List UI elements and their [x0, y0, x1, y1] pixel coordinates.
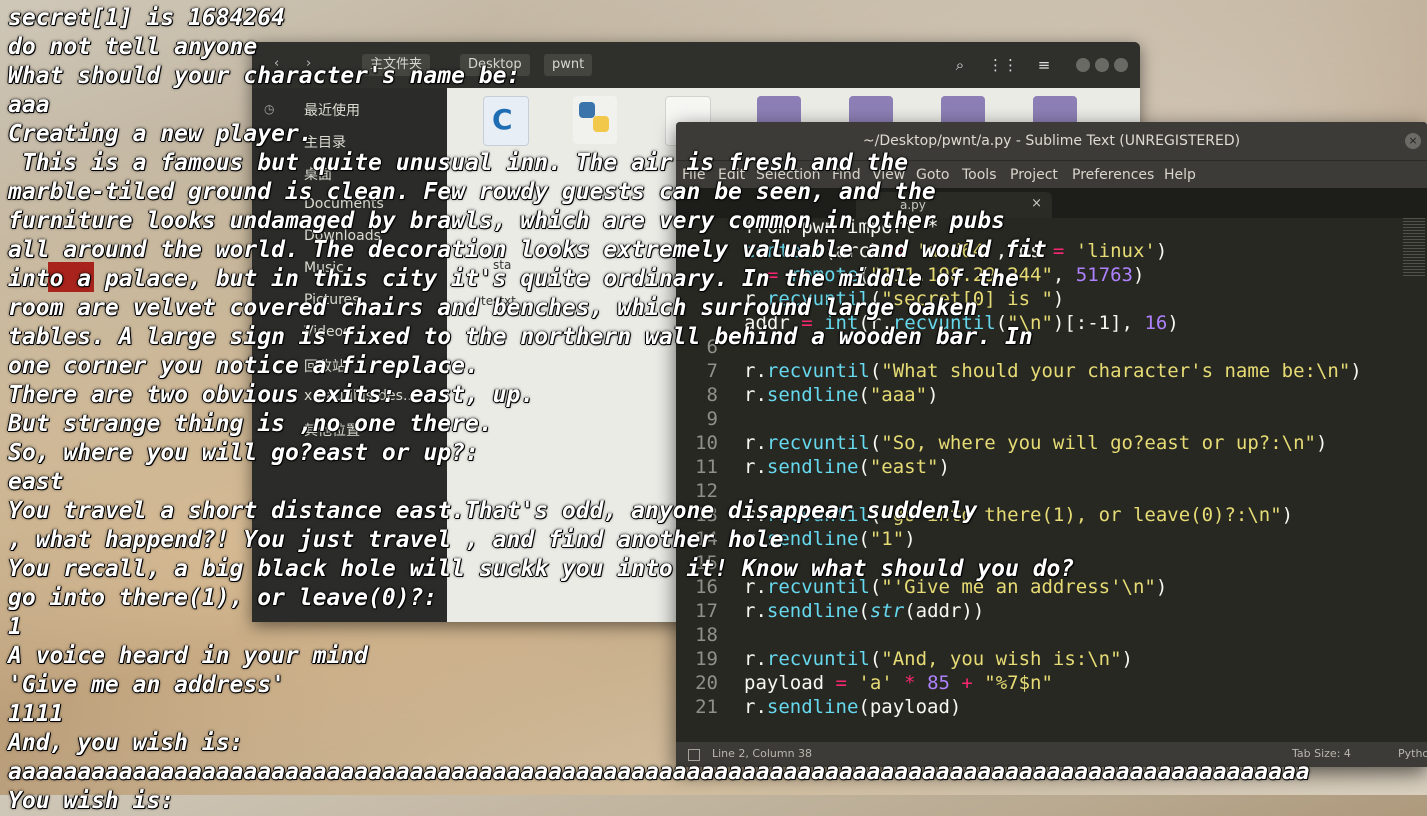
terminal-line: one corner you notice a fireplace.	[8, 353, 479, 379]
terminal-line: And, you wish is:	[8, 730, 244, 756]
terminal-line: A voice heard in your mind	[8, 643, 369, 669]
terminal-line: east	[8, 469, 64, 495]
terminal-line: into a palace, but in this city it's qui…	[8, 266, 1019, 292]
terminal-line: You wish is:	[8, 788, 175, 814]
terminal-line: aaa	[8, 92, 50, 118]
terminal-line: 1	[8, 614, 22, 640]
terminal-output[interactable]: secret[1] is 1684264 do not tell anyone Wh…	[8, 4, 1427, 816]
terminal-line: secret[1] is 1684264	[8, 5, 285, 31]
terminal-line: furniture looks undamaged by brawls, whi…	[8, 208, 1005, 234]
terminal-line: What should your character's name be:	[8, 63, 521, 89]
terminal-line: You travel a short distance east.That's …	[8, 498, 978, 524]
terminal-line: There are two obvious exits: east, up.	[8, 382, 535, 408]
terminal-line: 1111	[8, 701, 64, 727]
terminal-line: marble-tiled ground is clean. Few rowdy …	[8, 179, 936, 205]
terminal-line: Creating a new player.	[8, 121, 313, 147]
terminal-line: aaaaaaaaaaaaaaaaaaaaaaaaaaaaaaaaaaaaaaaa…	[8, 759, 1310, 785]
terminal-line: room are velvet covered chairs and bench…	[8, 295, 978, 321]
terminal-line: tables. A large sign is fixed to the nor…	[8, 324, 1033, 350]
terminal-line: This is a famous but quite unusual inn. …	[8, 150, 909, 176]
terminal-line: do not tell anyone	[8, 34, 258, 60]
terminal-line: all around the world. The decoration loo…	[8, 237, 1047, 263]
terminal-line: 'Give me an address'	[8, 672, 285, 698]
terminal-line: , what happend?! You just travel , and f…	[8, 527, 784, 553]
terminal-line: But strange thing is ,no one there.	[8, 411, 493, 437]
terminal-line: go into there(1), or leave(0)?:	[8, 585, 438, 611]
terminal-line: So, where you will go?east or up?:	[8, 440, 479, 466]
terminal-line: You recall, a big black hole will suckk …	[8, 556, 1075, 582]
